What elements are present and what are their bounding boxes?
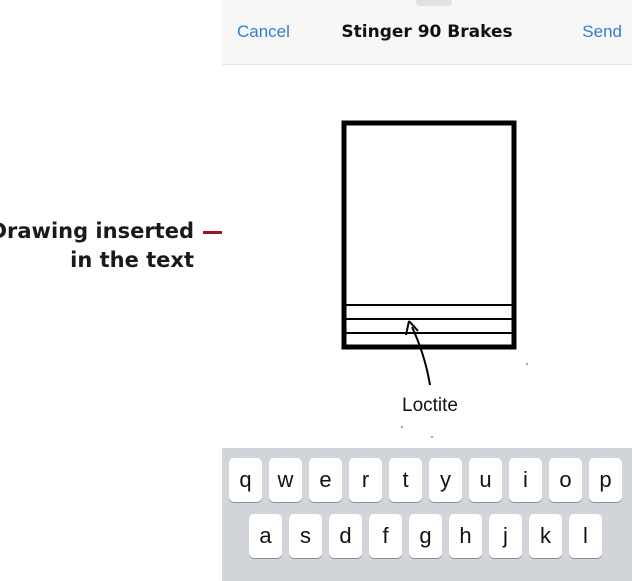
- key-h[interactable]: h: [449, 514, 482, 558]
- page-title: Stinger 90 Brakes: [341, 22, 513, 42]
- phone-screen: Cancel Stinger 90 Brakes Send Loctite q …: [222, 0, 632, 581]
- key-r[interactable]: r: [349, 458, 382, 502]
- key-o[interactable]: o: [549, 458, 582, 502]
- key-l[interactable]: l: [569, 514, 602, 558]
- brake-outline-rect: [341, 120, 517, 350]
- key-q[interactable]: q: [229, 458, 262, 502]
- key-k[interactable]: k: [529, 514, 562, 558]
- annotation-text-line1: Drawing inserted: [0, 219, 194, 243]
- key-a[interactable]: a: [249, 514, 282, 558]
- key-p[interactable]: p: [589, 458, 622, 502]
- drawing-canvas[interactable]: Loctite: [222, 65, 632, 448]
- annotation-callout: Drawing inserted in the text: [0, 217, 194, 275]
- key-f[interactable]: f: [369, 514, 402, 558]
- key-i[interactable]: i: [509, 458, 542, 502]
- key-g[interactable]: g: [409, 514, 442, 558]
- key-d[interactable]: d: [329, 514, 362, 558]
- key-t[interactable]: t: [389, 458, 422, 502]
- annotation-text-line2: in the text: [70, 248, 194, 272]
- key-e[interactable]: e: [309, 458, 342, 502]
- navigation-bar: Cancel Stinger 90 Brakes Send: [222, 0, 632, 65]
- loctite-label: Loctite: [402, 395, 458, 416]
- sheet-grabber-handle[interactable]: [416, 0, 452, 6]
- key-s[interactable]: s: [289, 514, 322, 558]
- key-j[interactable]: j: [489, 514, 522, 558]
- stray-dot-3: [431, 436, 433, 438]
- key-u[interactable]: u: [469, 458, 502, 502]
- arrow-shaft: [411, 326, 431, 386]
- sketch-drawing: [341, 120, 528, 438]
- send-button[interactable]: Send: [582, 22, 622, 42]
- keyboard: q w e r t y u i o p a s d f g h j k l: [222, 448, 632, 581]
- stray-dot-2: [401, 426, 403, 428]
- stray-dot-1: [526, 363, 528, 365]
- key-w[interactable]: w: [269, 458, 302, 502]
- key-y[interactable]: y: [429, 458, 462, 502]
